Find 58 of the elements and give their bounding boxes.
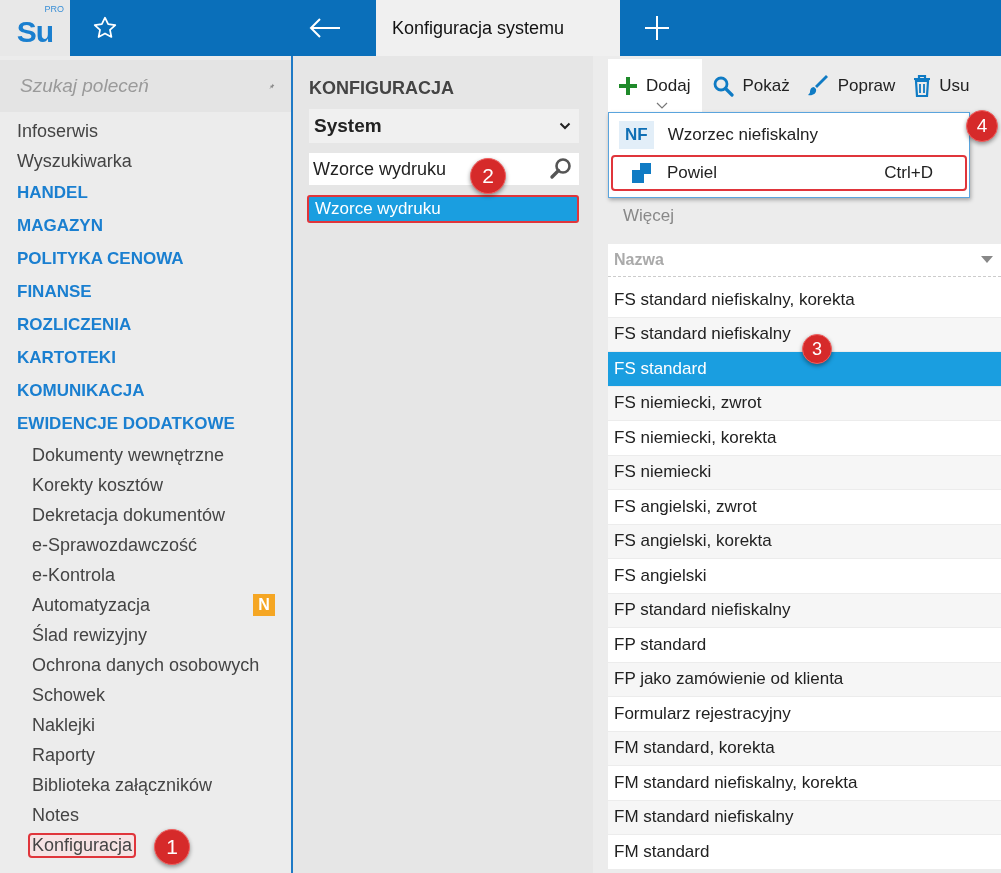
list-row[interactable]: FS niemiecki bbox=[608, 455, 1001, 490]
sidebar-item[interactable]: Dokumenty wewnętrzne bbox=[32, 443, 225, 467]
sidebar-item[interactable]: Ochrona danych osobowych bbox=[32, 653, 260, 677]
sidebar-item[interactable]: EWIDENCJE DODATKOWE bbox=[17, 412, 235, 435]
back-arrow-icon[interactable] bbox=[308, 17, 342, 39]
sidebar-item[interactable]: Biblioteka załączników bbox=[32, 773, 213, 797]
menu-item[interactable]: NF Wzorzec niefiskalny bbox=[611, 117, 967, 153]
filter-triangle-icon[interactable] bbox=[981, 256, 993, 264]
plus-icon[interactable] bbox=[643, 14, 671, 42]
new-badge: N bbox=[253, 594, 275, 616]
sidebar-item[interactable]: ROZLICZENIA bbox=[17, 313, 132, 336]
sidebar-item[interactable]: Konfiguracja bbox=[28, 832, 137, 858]
list-row[interactable]: FP jako zamówienie od klienta bbox=[608, 662, 1001, 697]
sidebar-item[interactable]: e-Sprawozdawczość bbox=[32, 533, 198, 557]
sidebar-item[interactable]: KOMUNIKACJA bbox=[17, 379, 145, 402]
toolbar-button[interactable]: Pokaż bbox=[702, 59, 798, 113]
nf-icon: NF bbox=[619, 121, 654, 149]
caret-icon bbox=[656, 102, 668, 109]
search-field[interactable]: Szukaj poleceń bbox=[18, 74, 269, 98]
sidebar-item[interactable]: FINANSE bbox=[17, 280, 92, 303]
section-title: KONFIGURACJA bbox=[309, 78, 455, 99]
sidebar-item[interactable]: HANDEL bbox=[17, 181, 88, 204]
toolbar-button[interactable]: Dodaj bbox=[608, 59, 703, 113]
sidebar-item[interactable]: MAGAZYN bbox=[17, 214, 103, 237]
dropdown[interactable]: System bbox=[309, 109, 579, 143]
list-row[interactable]: FS niemiecki, zwrot bbox=[608, 386, 1001, 421]
brush-icon bbox=[807, 75, 830, 97]
list-row[interactable]: FM standard, korekta bbox=[608, 731, 1001, 766]
plus-icon bbox=[618, 76, 638, 96]
tab[interactable]: Konfiguracja systemu bbox=[376, 0, 620, 56]
sidebar-item[interactable]: Raporty bbox=[32, 743, 96, 767]
list-row[interactable]: FP standard niefiskalny bbox=[608, 593, 1001, 628]
logo-superscript-text: PRO bbox=[44, 4, 64, 14]
list-row[interactable]: FM standard niefiskalny bbox=[608, 800, 1001, 835]
search-bar[interactable]: Szukaj poleceń bbox=[0, 60, 291, 112]
sidebar-item[interactable]: e-Kontrola bbox=[32, 563, 116, 587]
search-icon bbox=[712, 75, 735, 97]
sidebar-item[interactable]: Ślad rewizyjny bbox=[32, 623, 148, 647]
toolbar-button[interactable]: Usu bbox=[903, 59, 978, 113]
sidebar-item[interactable]: Notes bbox=[32, 803, 80, 827]
sidebar-item[interactable]: Dekretacja dokumentów bbox=[32, 503, 226, 527]
copy-icon bbox=[631, 162, 653, 184]
sidebar-item[interactable]: KARTOTEKI bbox=[17, 346, 116, 369]
trash-icon bbox=[913, 75, 932, 97]
chevron-icon bbox=[559, 122, 571, 130]
sidebar-item[interactable]: Automatyzacja bbox=[32, 593, 151, 617]
sidebar-item[interactable]: Korekty kosztów bbox=[32, 473, 164, 497]
sidebar-item[interactable]: Naklejki bbox=[32, 713, 96, 737]
sidebar-item[interactable]: POLITYKA CENOWA bbox=[17, 247, 184, 270]
sidebar-item[interactable]: Schowek bbox=[32, 683, 106, 707]
star-icon[interactable] bbox=[92, 15, 118, 41]
search-icon[interactable] bbox=[549, 157, 573, 181]
list-row[interactable]: FS angielski, korekta bbox=[608, 524, 1001, 559]
logo-text: Su bbox=[16, 21, 54, 43]
toolbar-button[interactable]: Popraw bbox=[797, 59, 904, 113]
sidebar-item[interactable]: Wyszukiwarka bbox=[17, 149, 132, 173]
menu-item[interactable]: Powiel Ctrl+D bbox=[611, 155, 967, 191]
sidebar-item[interactable]: Infoserwis bbox=[17, 119, 99, 143]
